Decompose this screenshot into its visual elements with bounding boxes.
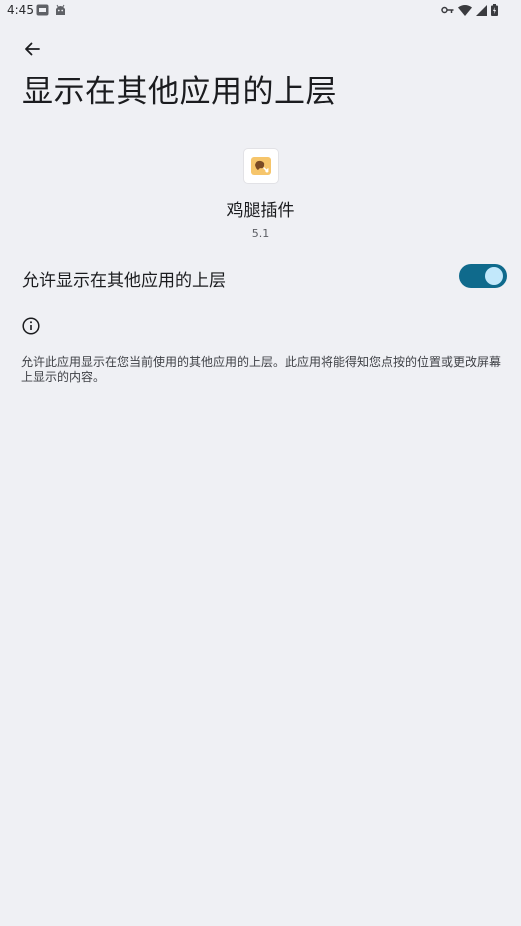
app-icon <box>242 148 279 184</box>
app-header: 鸡腿插件 5.1 <box>0 148 521 240</box>
app-name: 鸡腿插件 <box>226 201 295 221</box>
status-bar: 4:45 <box>0 0 521 22</box>
permission-description: 允许此应用显示在您当前使用的其他应用的上层。此应用将能得知您点按的位置或更改屏幕… <box>21 355 502 384</box>
toggle-thumb <box>485 267 503 285</box>
battery-icon <box>491 4 498 16</box>
permission-toggle-row[interactable]: 允许显示在其他应用的上层 <box>0 256 521 298</box>
permission-toggle-label: 允许显示在其他应用的上层 <box>22 271 226 291</box>
status-left-icons <box>36 4 67 16</box>
sim-card-icon <box>36 4 49 16</box>
app-version: 5.1 <box>251 227 270 240</box>
page-title: 显示在其他应用的上层 <box>22 74 337 110</box>
arrow-back-icon <box>24 41 40 57</box>
status-right-icons <box>441 4 498 16</box>
vpn-key-icon <box>441 5 454 15</box>
back-button[interactable] <box>19 36 45 62</box>
permission-toggle-switch[interactable] <box>459 264 507 288</box>
status-time: 4:45 <box>7 3 34 17</box>
wifi-icon <box>458 4 472 16</box>
android-robot-icon <box>54 4 67 16</box>
signal-icon <box>476 4 487 16</box>
info-icon <box>22 317 40 335</box>
